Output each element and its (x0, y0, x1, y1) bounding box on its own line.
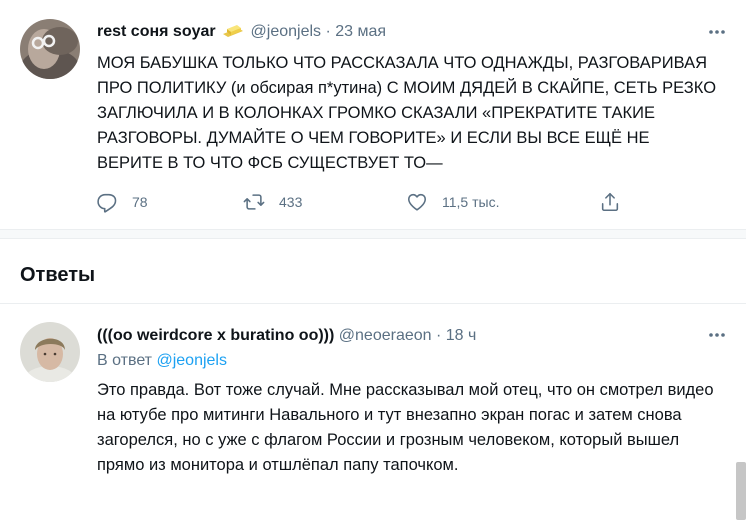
avatar-photo (20, 19, 80, 79)
avatar[interactable] (20, 322, 80, 382)
replies-section-header: Ответы (0, 240, 746, 304)
tweet-text: МОЯ БАБУШКА ТОЛЬКО ЧТО РАССКАЗАЛА ЧТО ОД… (97, 54, 717, 172)
heart-icon (407, 193, 427, 211)
like-count: 11,5 тыс. (442, 194, 500, 210)
retweet-button[interactable]: 433 (243, 188, 302, 216)
replies-title: Ответы (20, 264, 96, 286)
section-divider (0, 229, 746, 239)
reply-to-label: В ответ (97, 352, 153, 369)
reply-icon (97, 193, 117, 213)
avatar-photo (20, 322, 80, 382)
tweet-text: Это правда. Вот тоже случай. Мне рассказ… (97, 381, 714, 474)
timestamp[interactable]: 18 ч (446, 327, 477, 344)
separator: · (436, 327, 442, 344)
handle[interactable]: @jeonjels (251, 23, 322, 40)
reply-to-mention[interactable]: @jeonjels (156, 352, 227, 369)
tweet-header: (((oo weirdcore x buratino oo))) @neoera… (97, 324, 476, 348)
like-button[interactable]: 11,5 тыс. (406, 188, 499, 216)
reply-to-line: В ответ @jeonjels (97, 352, 227, 370)
reply-count: 78 (132, 194, 148, 210)
more-options-icon[interactable] (706, 21, 728, 43)
share-icon (601, 192, 619, 212)
reply-tweet[interactable]: (((oo weirdcore x buratino oo))) @neoera… (0, 305, 746, 520)
reply-button[interactable]: 78 (96, 188, 148, 216)
share-button[interactable] (599, 188, 621, 216)
timestamp[interactable]: 23 мая (335, 23, 386, 40)
retweet-icon (243, 194, 265, 210)
display-name[interactable]: (((oo weirdcore x buratino oo))) (97, 327, 334, 344)
avatar[interactable] (20, 19, 80, 79)
tweet-header: rest соня soyar @jeonjels · 23 мая (97, 20, 386, 47)
display-name[interactable]: rest соня soyar (97, 23, 216, 40)
more-options-icon[interactable] (706, 324, 728, 346)
scrollbar-thumb[interactable] (736, 462, 746, 520)
tweet-actions: 78 433 11,5 тыс. (96, 188, 636, 216)
handle[interactable]: @neoeraeon (339, 327, 432, 344)
butter-emoji-icon (222, 23, 244, 47)
main-tweet[interactable]: rest соня soyar @jeonjels · 23 мая МОЯ Б… (0, 0, 746, 228)
separator: · (325, 23, 331, 40)
retweet-count: 433 (279, 194, 303, 210)
